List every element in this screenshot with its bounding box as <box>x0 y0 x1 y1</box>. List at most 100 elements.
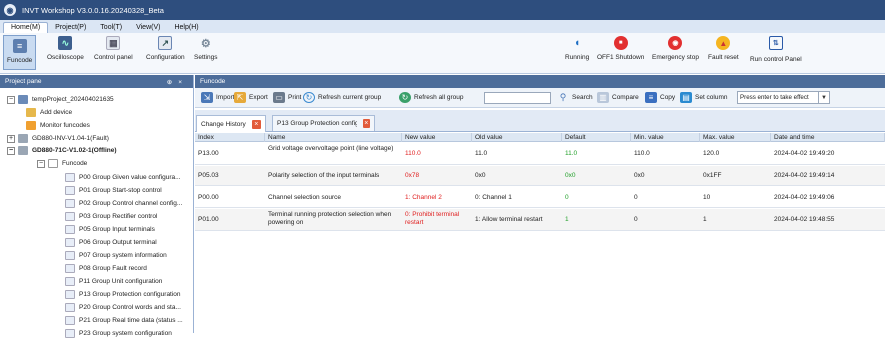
menu-view[interactable]: View(V) <box>129 23 167 33</box>
oscilloscope-icon: ∿ <box>58 36 73 50</box>
tree-node-funcode[interactable]: − Funcode <box>37 159 87 168</box>
set-column-button[interactable]: ▤ Set column <box>680 92 728 103</box>
tree-node-group[interactable]: P20 Group Control words and sta... <box>65 303 181 312</box>
column-header-max-value[interactable]: Max. value <box>700 133 771 142</box>
export-button[interactable]: ⇱ Export <box>234 92 268 103</box>
refresh-icon: ↻ <box>303 92 315 103</box>
group-icon <box>65 264 75 273</box>
import-icon: ⇲ <box>201 92 213 103</box>
copy-icon: ≡ <box>645 92 657 103</box>
refresh-all-icon: ↻ <box>399 92 411 103</box>
close-icon[interactable]: × <box>362 119 370 128</box>
control-panel-icon: ▦ <box>106 36 121 50</box>
table-row[interactable]: P05.03 Polarity selection of the input t… <box>195 166 885 186</box>
group-icon <box>65 316 75 325</box>
off1-shutdown-button[interactable]: ■ OFF1 Shutdown <box>597 36 644 61</box>
group-icon <box>65 238 75 247</box>
pane-pin-close-icon[interactable]: ⊕× <box>167 78 188 86</box>
tree-node-group[interactable]: P07 Group system information <box>65 251 167 260</box>
menu-tool[interactable]: Tool(T) <box>93 23 129 33</box>
tree-node-group[interactable]: P03 Group Rectifier control <box>65 212 157 221</box>
export-icon: ⇱ <box>234 92 246 103</box>
menu-project[interactable]: Project(P) <box>48 23 93 33</box>
close-icon[interactable]: × <box>251 119 261 129</box>
refresh-current-group-button[interactable]: ↻ Refresh current group <box>303 92 381 103</box>
emergency-stop-icon: ◉ <box>668 36 683 50</box>
tree-node-project[interactable]: − tempProject_202404021635 <box>7 95 114 104</box>
funcode-pane-header: Funcode <box>195 75 885 88</box>
menu-help[interactable]: Help(H) <box>167 23 205 33</box>
fault-reset-icon: ▲ <box>716 36 731 50</box>
oscilloscope-button[interactable]: ∿ Oscilloscope <box>47 36 84 61</box>
tree-node-group[interactable]: P13 Group Protection configuration <box>65 290 181 299</box>
menu-bar: Home(M) Project(P) Tool(T) View(V) Help(… <box>0 20 885 33</box>
running-icon: ◖ <box>573 37 581 49</box>
tree-node-add-device[interactable]: Add device <box>26 108 72 117</box>
tree-node-group[interactable]: P02 Group Control channel config... <box>65 199 182 208</box>
refresh-all-group-button[interactable]: ↻ Refresh all group <box>399 92 464 103</box>
project-pane: Project pane ⊕× − tempProject_2024040216… <box>0 75 194 338</box>
device-icon <box>18 134 28 143</box>
tree-node-group[interactable]: P21 Group Real time data (status ... <box>65 316 183 325</box>
table-header: Index Name New value Old value Default M… <box>195 133 885 142</box>
control-panel-button[interactable]: ▦ Control panel <box>94 36 133 61</box>
search-input[interactable] <box>484 92 551 104</box>
column-header-old-value[interactable]: Old value <box>472 133 562 142</box>
project-icon <box>18 95 28 104</box>
tab-change-history[interactable]: Change History × <box>196 115 266 132</box>
device-icon <box>18 146 28 155</box>
table-row[interactable]: P00.00 Channel selection source 1: Chann… <box>195 187 885 208</box>
monitor-icon <box>26 121 36 130</box>
funcode-button[interactable]: ≡ Funcode <box>3 35 37 70</box>
stop-icon: ■ <box>613 36 628 50</box>
funcode-pane: Funcode ⇲ Import ⇱ Export ▭ Print ↻ Refr… <box>195 75 885 333</box>
settings-button[interactable]: ⚙ Settings <box>194 36 218 62</box>
tree-node-device-inv[interactable]: + GD880-INV-V1.04-1(Fault) <box>7 134 109 143</box>
tab-p13-group[interactable]: P13 Group Protection configuratic × <box>272 115 375 131</box>
menu-home[interactable]: Home(M) <box>3 22 49 33</box>
tree-node-group[interactable]: P00 Group Given value configura... <box>65 173 181 182</box>
group-icon <box>65 251 75 260</box>
tree-node-group[interactable]: P01 Group Start-stop control <box>65 186 162 195</box>
compare-button[interactable]: ▥ Compare <box>597 92 639 103</box>
app-logo-icon: ◉ <box>4 4 16 16</box>
tree-node-group[interactable]: P11 Group Unit configuration <box>65 277 162 286</box>
fault-reset-button[interactable]: ▲ Fault reset <box>708 36 739 61</box>
search-button[interactable]: ⚲ Search <box>557 92 593 103</box>
tree-node-group[interactable]: P23 Group system configuration <box>65 329 172 338</box>
tree-node-group[interactable]: P08 Group Fault record <box>65 264 147 273</box>
group-icon <box>65 212 75 221</box>
table-row[interactable]: P01.00 Terminal running protection selec… <box>195 209 885 231</box>
run-control-panel-button[interactable]: ⇅ Run control Panel <box>750 36 802 63</box>
tree-node-group[interactable]: P06 Group Output terminal <box>65 238 157 247</box>
funcode-icon: ≡ <box>12 39 27 53</box>
copy-button[interactable]: ≡ Copy <box>645 92 675 103</box>
group-icon <box>65 173 75 182</box>
column-header-new-value[interactable]: New value <box>402 133 472 142</box>
import-button[interactable]: ⇲ Import <box>201 92 234 103</box>
column-header-name[interactable]: Name <box>265 133 402 142</box>
column-header-date-time[interactable]: Date and time <box>771 133 885 142</box>
column-header-default[interactable]: Default <box>562 133 631 142</box>
funcode-tabs: Change History × P13 Group Protection co… <box>195 110 885 132</box>
tree-node-group[interactable]: P05 Group Input terminals <box>65 225 155 234</box>
effect-mode-select[interactable]: Press enter to take effect ▼ <box>737 91 830 104</box>
tree-node-monitor-funcodes[interactable]: Monitor funcodes <box>26 121 90 130</box>
group-icon <box>65 199 75 208</box>
emergency-stop-button[interactable]: ◉ Emergency stop <box>652 36 699 61</box>
title-bar: ◉ INVT Workshop V3.0.0.16.20240328_Beta <box>0 0 885 20</box>
funcode-toolbar: ⇲ Import ⇱ Export ▭ Print ↻ Refresh curr… <box>195 88 885 108</box>
column-header-min-value[interactable]: Min. value <box>631 133 700 142</box>
table-row[interactable]: P13.00 Grid voltage overvoltage point (l… <box>195 143 885 165</box>
group-icon <box>65 303 75 312</box>
running-button[interactable]: ◖ Running <box>565 36 589 61</box>
column-header-index[interactable]: Index <box>195 133 265 142</box>
project-pane-header: Project pane ⊕× <box>0 75 193 88</box>
group-icon <box>65 186 75 195</box>
print-button[interactable]: ▭ Print <box>273 92 301 103</box>
chevron-down-icon[interactable]: ▼ <box>818 92 829 103</box>
tree-node-device-71c[interactable]: − GD880-71C-V1.02-1(Offline) <box>7 146 117 155</box>
configuration-button[interactable]: ↗ Configuration <box>146 36 185 61</box>
group-icon <box>65 290 75 299</box>
run-control-panel-icon: ⇅ <box>768 36 783 50</box>
